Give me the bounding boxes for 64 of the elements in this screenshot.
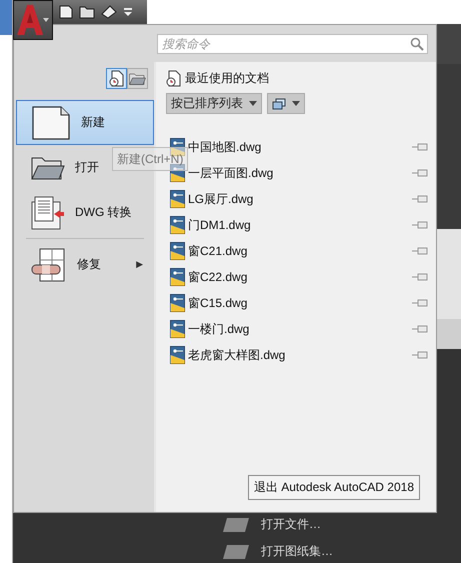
menu-item-label: 新建 bbox=[81, 114, 106, 131]
drawing-file-icon bbox=[170, 216, 185, 234]
menu-item[interactable]: 新建 bbox=[16, 100, 154, 145]
caret-icon bbox=[249, 101, 257, 106]
folder-icon bbox=[129, 72, 146, 86]
drawing-file-icon bbox=[170, 346, 185, 364]
documents-icon bbox=[31, 196, 65, 230]
recent-file-link[interactable]: 一楼门.dwg bbox=[188, 320, 409, 338]
pin-icon[interactable] bbox=[412, 324, 428, 334]
windows-icon bbox=[272, 98, 286, 110]
drawing-file-icon bbox=[170, 242, 185, 260]
folder-icon[interactable] bbox=[79, 6, 95, 18]
recent-file-link[interactable]: 窗C21.dwg bbox=[188, 242, 409, 260]
new-file-icon[interactable] bbox=[59, 5, 73, 19]
tooltip: 新建(Ctrl+N) bbox=[112, 147, 188, 171]
dropdown-icon[interactable] bbox=[123, 7, 133, 17]
menu-item-label: DWG 转换 bbox=[75, 204, 133, 221]
sheet-icon bbox=[223, 518, 249, 532]
application-menu-button[interactable] bbox=[13, 0, 53, 40]
caret-icon bbox=[43, 18, 49, 22]
drawing-file-icon bbox=[170, 320, 185, 338]
search-field[interactable]: 搜索命令 bbox=[157, 34, 428, 54]
pin-icon[interactable] bbox=[412, 168, 428, 178]
drawing-file-icon bbox=[170, 294, 185, 312]
recent-file-link[interactable]: 窗C22.dwg bbox=[188, 268, 409, 286]
start-link[interactable]: 打开图纸集… bbox=[261, 543, 333, 560]
folder-icon bbox=[31, 154, 65, 180]
repair-icon bbox=[31, 248, 67, 282]
recent-file-link[interactable]: 老虎窗大样图.dwg bbox=[188, 346, 409, 364]
recent-file-link[interactable]: 中国地图.dwg bbox=[188, 138, 409, 156]
pin-icon[interactable] bbox=[412, 350, 428, 360]
start-link[interactable]: 打开文件… bbox=[261, 516, 321, 533]
view-toggle-button[interactable] bbox=[106, 68, 127, 89]
view-dropdown[interactable] bbox=[267, 93, 305, 114]
view-toggle-button[interactable] bbox=[127, 68, 148, 89]
recent-file-link[interactable]: 门DM1.dwg bbox=[188, 216, 409, 234]
menu-item-label: 修复 bbox=[77, 256, 102, 273]
document-icon bbox=[31, 106, 71, 140]
caret-icon bbox=[292, 101, 300, 106]
sort-dropdown[interactable]: 按已排序列表 bbox=[166, 93, 262, 114]
drawing-file-icon bbox=[170, 138, 185, 156]
drawing-file-icon bbox=[170, 164, 185, 182]
pin-icon[interactable] bbox=[412, 194, 428, 204]
recent-file-link[interactable]: LG展厅.dwg bbox=[188, 190, 409, 208]
submenu-arrow: ▶ bbox=[136, 259, 144, 270]
menu-item[interactable]: DWG 转换 bbox=[16, 190, 154, 235]
menu-item[interactable]: 修复 ▶ bbox=[16, 242, 154, 287]
section-title: 最近使用的文档 bbox=[185, 70, 269, 87]
title-bar-edge bbox=[0, 0, 12, 35]
drawing-file-icon bbox=[170, 190, 185, 208]
sheet-icon bbox=[223, 544, 249, 558]
exit-button[interactable]: 退出 Autodesk AutoCAD 2018 bbox=[248, 475, 420, 500]
recent-file-link[interactable]: 一层平面图.dwg bbox=[188, 164, 409, 182]
recent-document-icon bbox=[166, 70, 181, 87]
drawing-file-icon bbox=[170, 268, 185, 286]
pin-icon[interactable] bbox=[412, 246, 428, 256]
recent-document-icon bbox=[109, 70, 124, 87]
pin-icon[interactable] bbox=[412, 220, 428, 230]
recent-file-link[interactable]: 窗C15.dwg bbox=[188, 294, 409, 312]
pin-icon[interactable] bbox=[412, 142, 428, 152]
pin-icon[interactable] bbox=[412, 298, 428, 308]
pin-icon[interactable] bbox=[412, 272, 428, 282]
search-icon[interactable] bbox=[410, 36, 424, 50]
logo-icon bbox=[17, 5, 43, 35]
